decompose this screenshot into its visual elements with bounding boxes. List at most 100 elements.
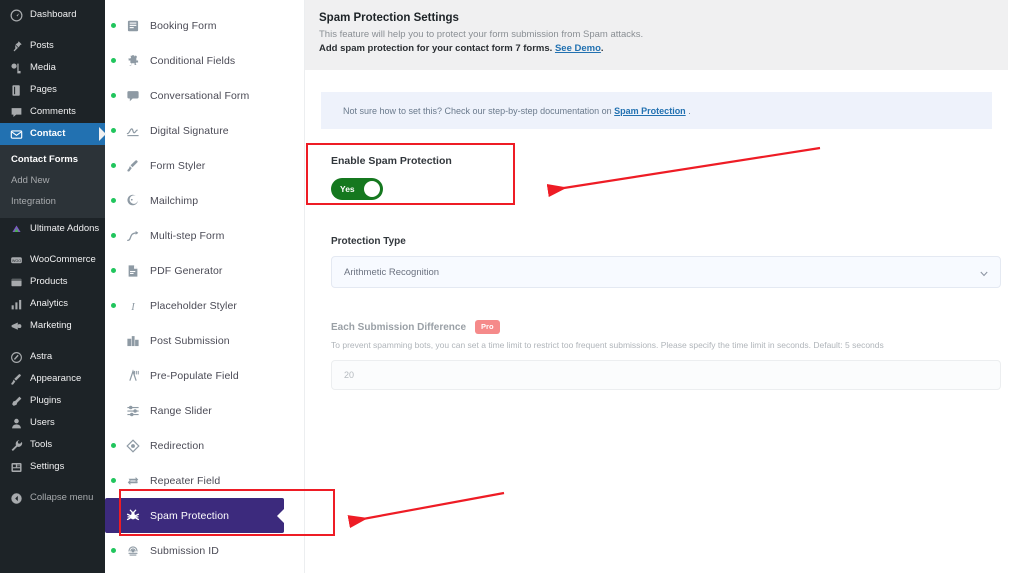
page-subtitle: This feature will help you to protect yo… bbox=[319, 29, 1008, 40]
sidebar-label: Settings bbox=[30, 456, 64, 478]
sidebar-item-astra[interactable]: Astra bbox=[0, 346, 105, 368]
addon-item-conditional-fields[interactable]: Conditional Fields bbox=[105, 43, 304, 78]
addon-status-dot bbox=[111, 443, 116, 448]
spam-protection-doc-link[interactable]: Spam Protection bbox=[614, 106, 686, 116]
chat-icon bbox=[125, 88, 140, 103]
fingerprint-icon bbox=[125, 543, 140, 558]
addon-status-dot bbox=[111, 548, 116, 553]
ultimate-addons-icon bbox=[9, 222, 24, 237]
sidebar-item-marketing[interactable]: Marketing bbox=[0, 315, 105, 337]
see-demo-link[interactable]: See Demo bbox=[555, 43, 601, 54]
addon-item-label: Conversational Form bbox=[150, 90, 249, 102]
addon-item-spam-protection[interactable]: Spam Protection bbox=[105, 498, 284, 533]
sidebar-label: Products bbox=[30, 271, 68, 293]
pro-badge: Pro bbox=[475, 320, 500, 334]
pin-icon bbox=[9, 39, 24, 54]
submenu-item-add-new[interactable]: Add New bbox=[0, 170, 105, 191]
addon-status-dot bbox=[111, 303, 116, 308]
sidebar-item-ultimate-addons[interactable]: Ultimate Addons bbox=[0, 218, 105, 240]
page-header: Spam Protection Settings This feature wi… bbox=[305, 0, 1008, 70]
sidebar-item-products[interactable]: Products bbox=[0, 271, 105, 293]
enable-spam-protection-toggle[interactable]: Yes bbox=[331, 178, 383, 200]
dashboard-icon bbox=[9, 8, 24, 23]
brush-icon bbox=[9, 372, 24, 387]
text-cursor-icon: I bbox=[125, 298, 140, 313]
addon-item-post-submission[interactable]: Post Submission bbox=[105, 323, 304, 358]
sidebar-divider bbox=[0, 240, 105, 249]
addon-item-label: Spam Protection bbox=[150, 510, 229, 522]
addon-item-label: Placeholder Styler bbox=[150, 300, 237, 312]
sidebar-item-tools[interactable]: Tools bbox=[0, 434, 105, 456]
addon-status-dot bbox=[111, 408, 116, 413]
submission-difference-label: Each Submission Difference bbox=[331, 322, 466, 333]
media-icon bbox=[9, 61, 24, 76]
products-icon bbox=[9, 275, 24, 290]
wordpress-admin-sidebar: Dashboard Posts Media Pages Commen bbox=[0, 0, 105, 573]
sidebar-label: WooCommerce bbox=[30, 249, 96, 271]
addon-status-dot bbox=[111, 513, 116, 518]
addon-item-mailchimp[interactable]: Mailchimp bbox=[105, 183, 304, 218]
sidebar-divider bbox=[0, 478, 105, 487]
protection-type-value: Arithmetic Recognition bbox=[344, 267, 439, 278]
protection-type-select[interactable]: Arithmetic Recognition bbox=[331, 256, 1001, 288]
wrench-icon bbox=[9, 438, 24, 453]
collapse-icon bbox=[9, 491, 24, 506]
addon-status-dot bbox=[111, 338, 116, 343]
addon-item-redirection[interactable]: Redirection bbox=[105, 428, 304, 463]
addon-item-placeholder-styler[interactable]: I Placeholder Styler bbox=[105, 288, 304, 323]
sidebar-divider bbox=[0, 26, 105, 35]
steps-icon bbox=[125, 228, 140, 243]
admin-screen: Dashboard Posts Media Pages Commen bbox=[0, 0, 1024, 573]
sidebar-item-media[interactable]: Media bbox=[0, 57, 105, 79]
chevron-down-icon bbox=[980, 269, 988, 275]
sidebar-item-users[interactable]: Users bbox=[0, 412, 105, 434]
addon-item-conversational-form[interactable]: Conversational Form bbox=[105, 78, 304, 113]
addon-item-label: Pre-Populate Field bbox=[150, 370, 239, 382]
addon-item-form-styler[interactable]: Form Styler bbox=[105, 148, 304, 183]
addon-item-submission-id[interactable]: Submission ID bbox=[105, 533, 304, 568]
submission-difference-input[interactable]: 20 bbox=[331, 360, 1001, 390]
sidebar-item-comments[interactable]: Comments bbox=[0, 101, 105, 123]
addon-item-multi-step-form[interactable]: Multi-step Form bbox=[105, 218, 304, 253]
bug-icon bbox=[125, 508, 140, 523]
sidebar-item-woocommerce[interactable]: WOO WooCommerce bbox=[0, 249, 105, 271]
submission-difference-header: Each Submission Difference Pro bbox=[331, 320, 992, 334]
notice-suffix: . bbox=[688, 106, 691, 116]
sidebar-label: Appearance bbox=[30, 368, 81, 390]
sidebar-item-pages[interactable]: Pages bbox=[0, 79, 105, 101]
sidebar-item-posts[interactable]: Posts bbox=[0, 35, 105, 57]
brush-icon bbox=[125, 158, 140, 173]
sidebar-label: Marketing bbox=[30, 315, 72, 337]
sidebar-label: Pages bbox=[30, 79, 57, 101]
users-icon bbox=[9, 416, 24, 431]
sidebar-label: Astra bbox=[30, 346, 52, 368]
page-description: Add spam protection for your contact for… bbox=[319, 43, 1008, 54]
sidebar-item-settings[interactable]: Settings bbox=[0, 456, 105, 478]
toggle-value-label: Yes bbox=[340, 184, 355, 194]
post-icon bbox=[125, 333, 140, 348]
sidebar-item-appearance[interactable]: Appearance bbox=[0, 368, 105, 390]
addon-item-booking-form[interactable]: Booking Form bbox=[105, 8, 304, 43]
enable-spam-protection-section: Enable Spam Protection Yes bbox=[321, 155, 992, 200]
submenu-item-contact-forms[interactable]: Contact Forms bbox=[0, 149, 105, 170]
sidebar-item-dashboard[interactable]: Dashboard bbox=[0, 4, 105, 26]
addon-item-label: Mailchimp bbox=[150, 195, 198, 207]
addon-item-range-slider[interactable]: Range Slider bbox=[105, 393, 304, 428]
addon-item-repeater-field[interactable]: Repeater Field bbox=[105, 463, 304, 498]
sidebar-item-plugins[interactable]: Plugins bbox=[0, 390, 105, 412]
megaphone-icon bbox=[9, 319, 24, 334]
sidebar-item-analytics[interactable]: Analytics bbox=[0, 293, 105, 315]
sidebar-item-contact[interactable]: Contact bbox=[0, 123, 105, 145]
addon-item-pdf-generator[interactable]: PDF Generator bbox=[105, 253, 304, 288]
woocommerce-icon: WOO bbox=[9, 253, 24, 268]
sidebar-label: Users bbox=[30, 412, 55, 434]
addon-item-label: Redirection bbox=[150, 440, 204, 452]
addon-item-digital-signature[interactable]: Digital Signature bbox=[105, 113, 304, 148]
comments-icon bbox=[9, 105, 24, 120]
addon-item-pre-populate-field[interactable]: Pre-Populate Field bbox=[105, 358, 304, 393]
prepopulate-icon bbox=[125, 368, 140, 383]
protection-type-label: Protection Type bbox=[321, 236, 992, 247]
submenu-item-integration[interactable]: Integration bbox=[0, 191, 105, 212]
addon-status-dot bbox=[111, 373, 116, 378]
collapse-menu-button[interactable]: Collapse menu bbox=[0, 487, 105, 509]
